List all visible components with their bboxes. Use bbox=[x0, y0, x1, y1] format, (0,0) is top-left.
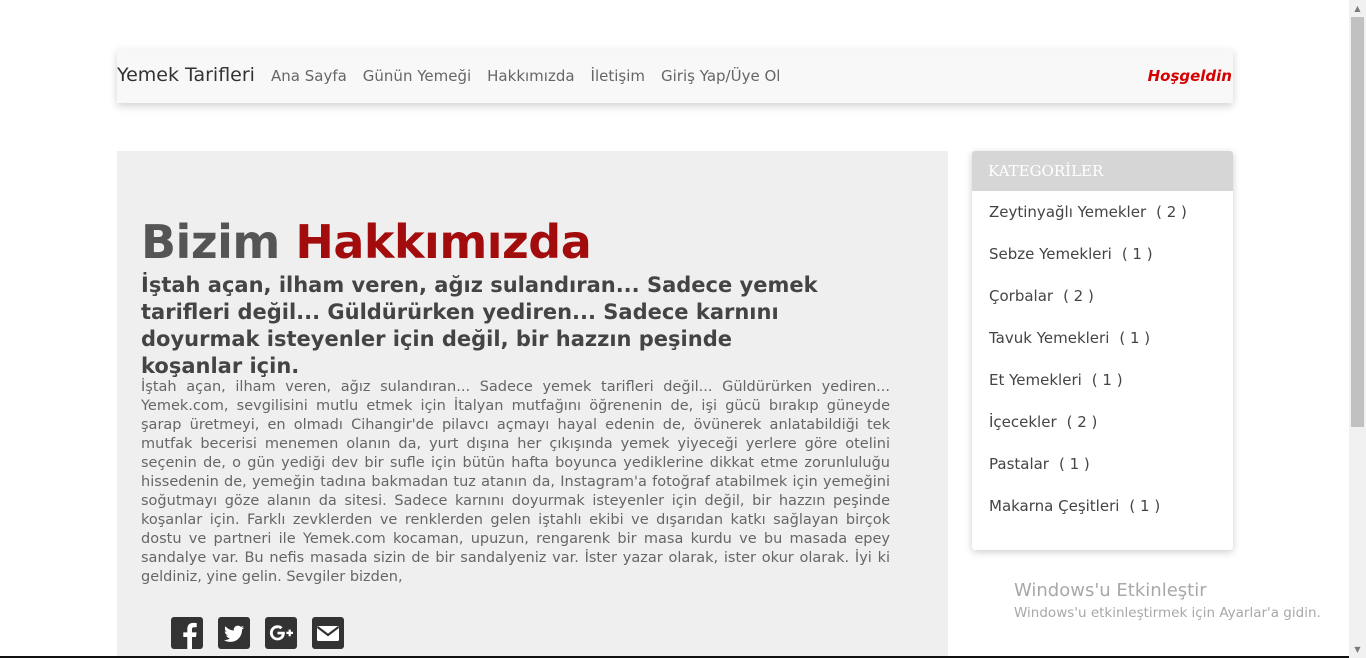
social-share-bar bbox=[171, 617, 344, 649]
category-count: ( 2 ) bbox=[1063, 287, 1094, 305]
category-name: Tavuk Yemekleri bbox=[989, 329, 1110, 347]
categories-header: KATEGORİLER bbox=[972, 151, 1233, 191]
scrollbar-thumb[interactable] bbox=[1351, 17, 1364, 427]
category-list: Zeytinyağlı Yemekler ( 2 ) Sebze Yemekler… bbox=[972, 191, 1233, 527]
nav-contact[interactable]: İletişim bbox=[591, 67, 645, 85]
scroll-up-arrow-icon[interactable]: ▲ bbox=[1349, 0, 1366, 17]
category-item[interactable]: Et Yemekleri ( 1 ) bbox=[972, 359, 1233, 401]
category-count: ( 2 ) bbox=[1066, 413, 1098, 431]
about-panel: Bizim Hakkımızda İştah açan, ilham veren… bbox=[117, 151, 948, 658]
scroll-down-arrow-icon[interactable]: ▼ bbox=[1349, 641, 1366, 658]
category-name: İçecekler bbox=[989, 413, 1057, 431]
page: Yemek Tarifleri Ana Sayfa Günün Yemeği H… bbox=[0, 0, 1349, 658]
envelope-icon[interactable] bbox=[312, 617, 344, 649]
category-count: ( 2 ) bbox=[1156, 203, 1187, 221]
category-count: ( 1 ) bbox=[1129, 497, 1161, 515]
watermark-title: Windows'u Etkinleştir bbox=[1014, 580, 1207, 601]
category-name: Sebze Yemekleri bbox=[989, 245, 1112, 263]
brand-link[interactable]: Yemek Tarifleri bbox=[117, 64, 255, 86]
twitter-icon[interactable] bbox=[218, 617, 250, 649]
nav-home[interactable]: Ana Sayfa bbox=[271, 67, 347, 85]
category-name: Et Yemekleri bbox=[989, 371, 1082, 389]
category-count: ( 1 ) bbox=[1119, 329, 1151, 347]
google-plus-icon[interactable] bbox=[265, 617, 297, 649]
welcome-text: Hoşgeldin bbox=[1147, 67, 1232, 85]
nav-links: Ana Sayfa Günün Yemeği Hakkımızda İletiş… bbox=[271, 67, 780, 85]
nav-login-register[interactable]: Giriş Yap/Üye Ol bbox=[661, 67, 780, 85]
title-part1: Bizim bbox=[141, 215, 280, 269]
title-part2: Hakkımızda bbox=[295, 215, 592, 269]
categories-sidebar: KATEGORİLER Zeytinyağlı Yemekler ( 2 ) Se… bbox=[972, 151, 1233, 550]
category-count: ( 1 ) bbox=[1058, 455, 1090, 473]
category-item[interactable]: Zeytinyağlı Yemekler ( 2 ) bbox=[972, 191, 1233, 233]
windows-activation-watermark: Windows'u Etkinleştir Windows'u etkinleş… bbox=[1014, 580, 1321, 621]
category-item[interactable]: Pastalar ( 1 ) bbox=[972, 443, 1233, 485]
category-item[interactable]: İçecekler ( 2 ) bbox=[972, 401, 1233, 443]
vertical-scrollbar[interactable]: ▲ ▼ bbox=[1349, 0, 1366, 658]
category-item[interactable]: Makarna Çeşitleri ( 1 ) bbox=[972, 485, 1233, 527]
category-name: Pastalar bbox=[989, 455, 1049, 473]
category-item[interactable]: Sebze Yemekleri ( 1 ) bbox=[972, 233, 1233, 275]
facebook-icon[interactable] bbox=[171, 617, 203, 649]
category-name: Makarna Çeşitleri bbox=[989, 497, 1120, 515]
about-body-text: İştah açan, ilham veren, ağız sulandıran… bbox=[141, 379, 890, 585]
category-name: Çorbalar bbox=[989, 287, 1054, 305]
navbar: Yemek Tarifleri Ana Sayfa Günün Yemeği H… bbox=[117, 49, 1233, 103]
page-subtitle: İştah açan, ilham veren, ağız sulandıran… bbox=[141, 273, 818, 378]
category-count: ( 1 ) bbox=[1121, 245, 1153, 263]
nav-dish-of-day[interactable]: Günün Yemeği bbox=[363, 67, 471, 85]
page-title: Bizim Hakkımızda bbox=[141, 215, 592, 269]
category-name: Zeytinyağlı Yemekler bbox=[989, 203, 1147, 221]
category-count: ( 1 ) bbox=[1091, 371, 1123, 389]
nav-about[interactable]: Hakkımızda bbox=[487, 67, 574, 85]
category-item[interactable]: Çorbalar ( 2 ) bbox=[972, 275, 1233, 317]
category-item[interactable]: Tavuk Yemekleri ( 1 ) bbox=[972, 317, 1233, 359]
watermark-subtitle: Windows'u etkinleştirmek için Ayarlar'a … bbox=[1014, 605, 1321, 621]
